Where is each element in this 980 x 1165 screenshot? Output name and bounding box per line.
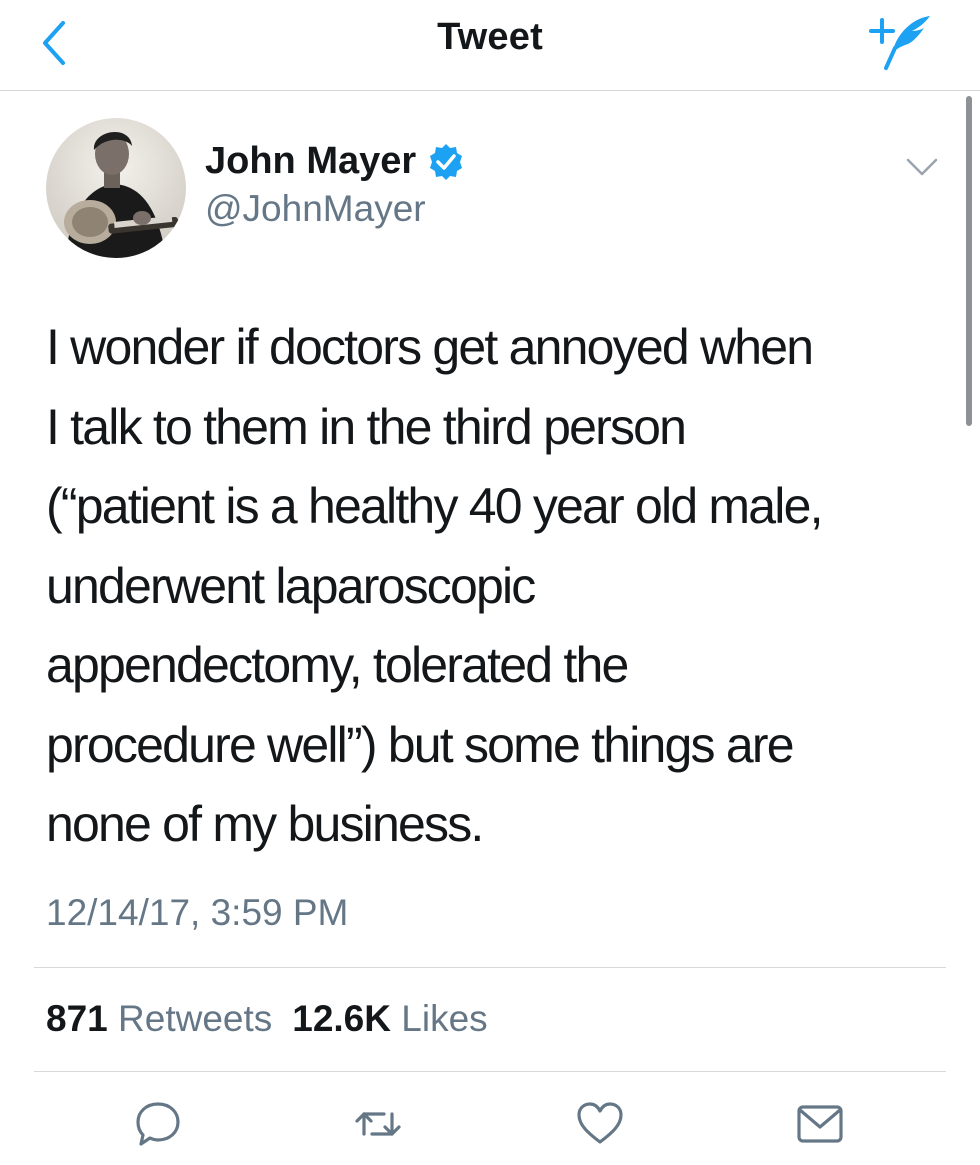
- reply-button[interactable]: [132, 1098, 184, 1150]
- likes-count: 12.6K: [292, 998, 391, 1039]
- author-handle[interactable]: @JohnMayer: [205, 188, 426, 230]
- author-display-name: John Mayer: [205, 140, 417, 182]
- scrollbar[interactable]: [966, 96, 972, 426]
- avatar[interactable]: [46, 118, 186, 258]
- retweet-button[interactable]: [352, 1098, 404, 1150]
- avatar-photo: [46, 118, 186, 258]
- likes-label: Likes: [401, 998, 488, 1039]
- like-icon: [577, 1102, 623, 1144]
- tweet-text: I wonder if doctors get annoyed when I t…: [46, 319, 823, 852]
- retweets-label: Retweets: [118, 998, 273, 1039]
- retweets-count: 871: [46, 998, 108, 1039]
- compose-tweet-button[interactable]: [864, 8, 936, 74]
- compose-tweet-icon: [869, 16, 930, 70]
- verified-badge-icon: [426, 142, 466, 182]
- reply-icon: [136, 1102, 180, 1146]
- page-title: Tweet: [437, 16, 543, 58]
- share-icon: [797, 1105, 843, 1143]
- like-button[interactable]: [574, 1098, 626, 1150]
- share-button[interactable]: [794, 1098, 846, 1150]
- tweet-options-button[interactable]: [902, 146, 942, 186]
- author-name-row[interactable]: John Mayer: [205, 140, 466, 183]
- tweet-timestamp[interactable]: 12/14/17, 3:59 PM: [46, 892, 348, 934]
- divider: [34, 1071, 946, 1072]
- likes-stat[interactable]: 12.6K Likes: [292, 998, 487, 1040]
- nav-bar: Tweet: [0, 0, 980, 91]
- tweet-stats: 871 Retweets 12.6K Likes: [46, 998, 508, 1040]
- chevron-down-icon: [906, 158, 938, 176]
- retweet-icon: [355, 1112, 401, 1136]
- divider: [34, 967, 946, 968]
- retweets-stat[interactable]: 871 Retweets: [46, 998, 272, 1040]
